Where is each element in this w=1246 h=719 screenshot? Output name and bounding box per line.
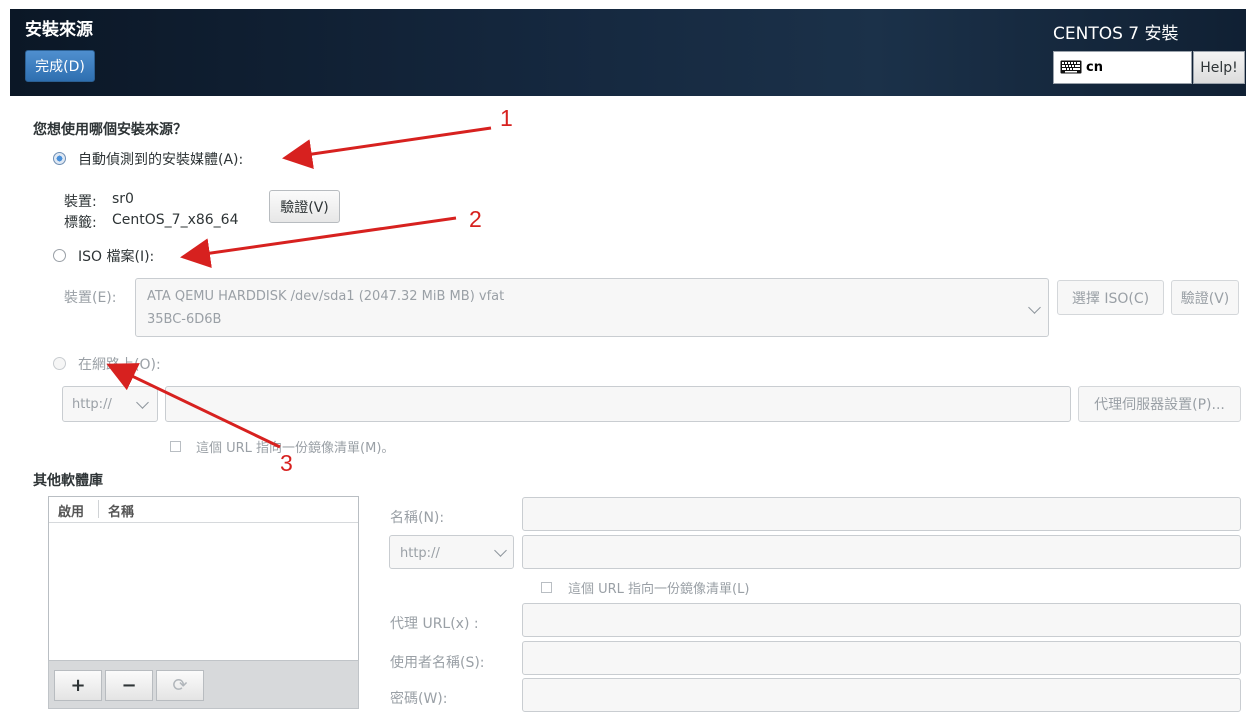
- iso-device-line-1: ATA QEMU HARDDISK /dev/sda1 (2047.32 MiB…: [147, 289, 505, 304]
- repo-proxy-input[interactable]: [522, 603, 1241, 637]
- iso-device-select[interactable]: ATA QEMU HARDDISK /dev/sda1 (2047.32 MiB…: [135, 278, 1049, 337]
- keyboard-layout-indicator[interactable]: cn: [1053, 51, 1192, 84]
- product-title: CENTOS 7 安裝: [1053, 24, 1179, 44]
- repo-mirrorlist-checkbox[interactable]: [541, 582, 552, 593]
- iso-file-radio[interactable]: [53, 249, 66, 262]
- iso-file-label: ISO 檔案(I):: [78, 249, 155, 265]
- done-button[interactable]: 完成(D): [25, 50, 95, 82]
- column-divider: [98, 500, 99, 518]
- network-protocol-select[interactable]: http://: [62, 386, 158, 422]
- network-url-input[interactable]: [165, 386, 1071, 422]
- repo-mirrorlist-label: 這個 URL 指向一份鏡像清單(L): [568, 582, 750, 597]
- remove-repo-button[interactable]: −: [105, 670, 153, 701]
- repos-list-header: 啟用 名稱: [49, 497, 358, 523]
- network-radio[interactable]: [53, 357, 66, 370]
- proxy-settings-button[interactable]: 代理伺服器設置(P)...: [1078, 386, 1241, 422]
- network-label: 在網路上(O):: [78, 357, 161, 373]
- volume-label: 標籤:: [64, 215, 97, 231]
- network-protocol-value: http://: [72, 397, 112, 412]
- iso-device-label: 裝置(E):: [64, 290, 117, 306]
- annotation-number-2: 2: [469, 206, 482, 232]
- enabled-column-header[interactable]: 啟用: [58, 501, 84, 520]
- chevron-down-icon: [136, 396, 149, 409]
- annotation-arrow-1: [282, 126, 492, 169]
- repo-password-label: 密碼(W):: [390, 691, 448, 707]
- network-mirrorlist-label: 這個 URL 指向一份鏡像清單(M)。: [196, 441, 395, 456]
- chevron-down-icon: [494, 544, 507, 557]
- repos-toolbar: + − ⟳: [48, 660, 359, 709]
- device-label: 裝置:: [64, 194, 97, 210]
- repo-name-input[interactable]: [522, 497, 1241, 531]
- page-title: 安裝來源: [25, 20, 93, 40]
- add-repo-button[interactable]: +: [54, 670, 102, 701]
- volume-value: CentOS_7_x86_64: [112, 212, 239, 228]
- repo-url-input[interactable]: [522, 535, 1241, 569]
- repos-list[interactable]: 啟用 名稱: [48, 496, 359, 661]
- choose-iso-button[interactable]: 選擇 ISO(C): [1057, 280, 1164, 315]
- network-mirrorlist-checkbox[interactable]: [170, 441, 181, 452]
- name-column-header[interactable]: 名稱: [108, 501, 134, 520]
- additional-repos-title: 其他軟體庫: [33, 473, 103, 489]
- help-button[interactable]: Help!: [1193, 51, 1245, 84]
- repo-username-label: 使用者名稱(S):: [390, 655, 485, 671]
- annotation-number-1: 1: [500, 105, 513, 131]
- installation-source-screen: 安裝來源 完成(D) CENTOS 7 安裝 cn Help! 您想使用哪個安裝…: [0, 0, 1246, 719]
- iso-device-line-2: 35BC-6D6B: [147, 312, 222, 327]
- top-bar: 安裝來源 完成(D) CENTOS 7 安裝 cn Help!: [10, 9, 1246, 96]
- refresh-repo-button[interactable]: ⟳: [156, 670, 204, 701]
- device-value: sr0: [112, 191, 134, 207]
- repo-proxy-label: 代理 URL(x) :: [390, 616, 479, 632]
- keyboard-layout-code: cn: [1086, 60, 1103, 75]
- chevron-down-icon: [1028, 301, 1041, 314]
- source-question: 您想使用哪個安裝來源？: [33, 122, 187, 138]
- verify-iso-button[interactable]: 驗證(V): [1171, 280, 1239, 315]
- keyboard-icon: [1060, 60, 1082, 74]
- auto-media-radio[interactable]: [53, 152, 66, 165]
- auto-media-label: 自動偵測到的安裝媒體(A):: [78, 152, 244, 168]
- annotation-number-3: 3: [280, 450, 293, 476]
- repo-password-input[interactable]: [522, 678, 1241, 712]
- repo-protocol-value: http://: [400, 546, 440, 561]
- repo-protocol-select[interactable]: http://: [389, 535, 514, 569]
- verify-media-button[interactable]: 驗證(V): [269, 190, 340, 223]
- repo-name-label: 名稱(N):: [390, 510, 445, 526]
- repo-username-input[interactable]: [522, 641, 1241, 675]
